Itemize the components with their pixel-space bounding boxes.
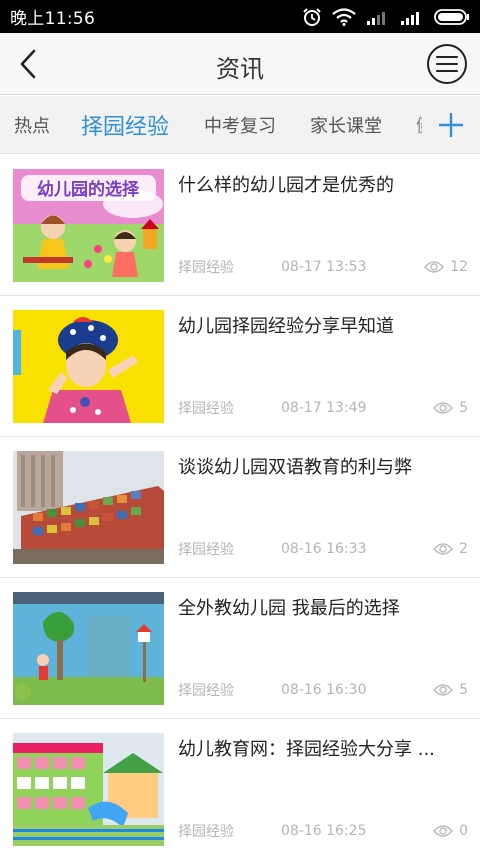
article-views: 0 (433, 823, 468, 839)
eye-icon (424, 261, 445, 273)
article-list: 幼儿园的选择 什么样的幼儿园才是优秀的 择园经验 08-17 13:53 12 … (0, 155, 480, 853)
article-views: 12 (424, 259, 468, 275)
article-views: 2 (433, 541, 468, 557)
list-item[interactable]: 全外教幼儿园 我最后的选择 择园经验 08-16 16:30 5 (0, 578, 480, 719)
battery-icon (434, 8, 469, 25)
eye-icon (433, 543, 454, 555)
article-views: 5 (433, 400, 468, 416)
list-item[interactable]: 幼儿园的选择 什么样的幼儿园才是优秀的 择园经验 08-17 13:53 12 (0, 155, 480, 296)
menu-icon-line (436, 63, 458, 65)
article-meta: 择园经验 08-16 16:25 0 (178, 821, 468, 841)
menu-icon-line (436, 56, 458, 58)
eye-icon (433, 402, 454, 414)
tab-parent-class[interactable]: 家长课堂 (310, 96, 382, 153)
signal-icon (401, 11, 419, 25)
article-thumbnail: 幼儿园的选择 (13, 169, 164, 282)
article-views: 5 (433, 682, 468, 698)
article-title: 幼儿园择园经验分享早知道 (178, 316, 394, 337)
tab-kindergarten-choice[interactable]: 择园经验 (81, 96, 169, 153)
eye-icon (433, 684, 454, 696)
article-meta: 择园经验 08-17 13:49 5 (178, 398, 468, 418)
article-time: 08-17 13:49 (281, 400, 367, 416)
category-tab-bar: 热点 择园经验 中考复习 家长课堂 健 (0, 96, 480, 154)
signal-icon (367, 11, 385, 25)
article-title: 谈谈幼儿园双语教育的利与弊 (178, 457, 412, 478)
status-time: 晚上11:56 (10, 9, 96, 29)
article-time: 08-16 16:33 (281, 541, 367, 557)
plus-icon (439, 113, 463, 137)
menu-button[interactable] (427, 44, 467, 84)
views-count: 12 (450, 259, 468, 275)
list-item[interactable]: 幼儿教育网：择园经验大分享 ... 择园经验 08-16 16:25 0 (0, 719, 480, 853)
thumb-caption: 幼儿园的选择 (37, 179, 140, 200)
list-item[interactable]: 谈谈幼儿园双语教育的利与弊 择园经验 08-16 16:33 2 (0, 437, 480, 578)
list-item[interactable]: 幼儿园择园经验分享早知道 择园经验 08-17 13:49 5 (0, 296, 480, 437)
article-thumbnail (13, 592, 164, 705)
article-title: 什么样的幼儿园才是优秀的 (178, 175, 394, 196)
article-time: 08-16 16:30 (281, 682, 367, 698)
views-count: 0 (459, 823, 468, 839)
tab-exam-review[interactable]: 中考复习 (204, 96, 276, 153)
article-time: 08-17 13:53 (281, 259, 367, 275)
article-meta: 择园经验 08-17 13:53 12 (178, 257, 468, 277)
article-category: 择园经验 (178, 401, 234, 417)
article-category: 择园经验 (178, 260, 234, 276)
article-thumbnail (13, 310, 164, 423)
nav-bar: 资讯 (0, 33, 480, 95)
menu-icon-line (436, 70, 458, 72)
article-title: 全外教幼儿园 我最后的选择 (178, 598, 400, 619)
views-count: 5 (459, 682, 468, 698)
views-count: 5 (459, 400, 468, 416)
article-meta: 择园经验 08-16 16:30 5 (178, 680, 468, 700)
wifi-icon (332, 7, 356, 26)
page-title: 资讯 (216, 55, 264, 83)
article-thumbnail (13, 733, 164, 846)
status-bar: 晚上11:56 (0, 0, 480, 33)
article-category: 择园经验 (178, 683, 234, 699)
article-category: 择园经验 (178, 824, 234, 840)
add-tab-button[interactable] (422, 96, 480, 153)
alarm-icon (303, 7, 321, 26)
article-time: 08-16 16:25 (281, 823, 367, 839)
article-title: 幼儿教育网：择园经验大分享 ... (178, 739, 435, 760)
tab-hot[interactable]: 热点 (14, 96, 50, 153)
views-count: 2 (459, 541, 468, 557)
article-thumbnail (13, 451, 164, 564)
article-category: 择园经验 (178, 542, 234, 558)
status-icons (302, 7, 470, 27)
eye-icon (433, 825, 454, 837)
article-meta: 择园经验 08-16 16:33 2 (178, 539, 468, 559)
